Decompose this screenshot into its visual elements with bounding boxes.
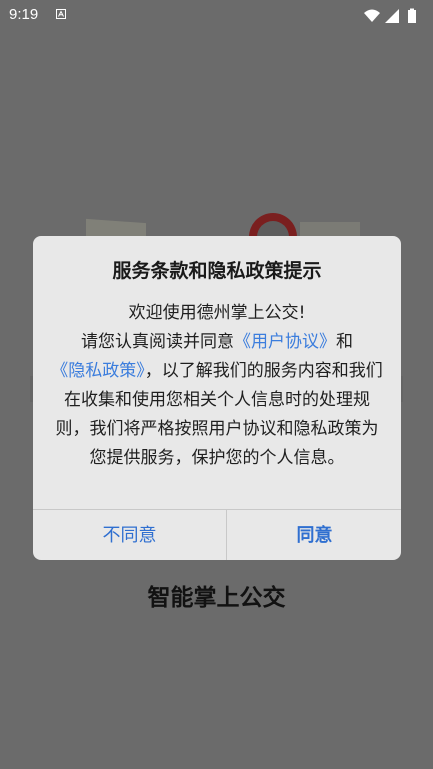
battery-icon (408, 8, 416, 23)
notification-icon (56, 9, 66, 19)
dialog-message: 欢迎使用德州掌上公交! 请您认真阅读并同意《用户协议》和 《隐私政策》，以了解我… (51, 299, 383, 473)
app-name: 智能掌上公交 (147, 585, 286, 611)
status-bar: 9:19 (0, 0, 433, 32)
wifi-icon (364, 9, 380, 22)
status-icons (364, 8, 416, 23)
read-agree-text: 请您认真阅读并同意 (81, 332, 234, 352)
dialog-title: 服务条款和隐私政策提示 (112, 260, 322, 282)
dialog-actions: 不同意 同意 (33, 509, 401, 560)
and-text: 和 (336, 332, 353, 352)
decline-button[interactable]: 不同意 (33, 510, 226, 560)
privacy-policy-link[interactable]: 《隐私政策》 (51, 361, 145, 381)
cell-signal-icon (385, 9, 399, 23)
privacy-dialog: 服务条款和隐私政策提示 欢迎使用德州掌上公交! 请您认真阅读并同意《用户协议》和… (33, 236, 401, 560)
status-time: 9:19 (9, 6, 39, 23)
agree-button[interactable]: 同意 (226, 510, 401, 560)
user-agreement-link[interactable]: 《用户协议》 (234, 332, 336, 352)
welcome-text: 欢迎使用德州掌上公交! (128, 303, 306, 323)
